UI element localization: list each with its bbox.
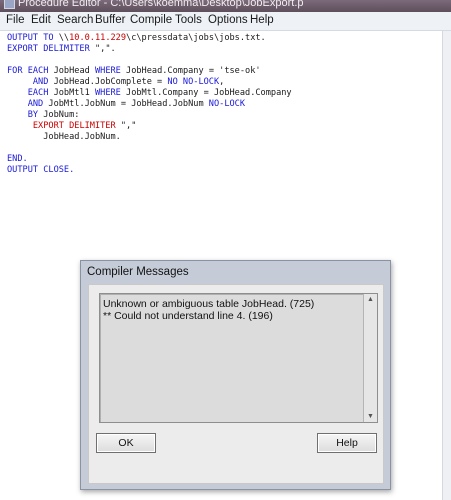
dialog-title: Compiler Messages: [87, 266, 189, 278]
code-token: \\: [58, 33, 70, 43]
menu-buffer[interactable]: Buffer: [95, 14, 125, 26]
code-token: ,: [219, 77, 225, 87]
message-line: Unknown or ambiguous table JobHead. (725…: [103, 298, 315, 310]
message-line: ** Could not understand line 4. (196): [103, 310, 273, 322]
code-token: END.: [7, 154, 28, 164]
code-line: AND JobMtl.JobNum = JobHead.JobNum NO-LO…: [7, 99, 245, 110]
menu-edit[interactable]: Edit: [31, 14, 51, 26]
code-token: WHERE: [94, 66, 127, 76]
code-token: BY: [27, 110, 44, 120]
code-line: EACH JobMtl1 WHERE JobMtl.Company = JobH…: [7, 88, 292, 99]
code-token: WHERE: [94, 88, 127, 98]
compiler-messages-dialog: Compiler Messages Unknown or ambiguous t…: [80, 260, 391, 490]
code-token: EACH: [27, 88, 54, 98]
code-token: AND: [27, 99, 49, 109]
scroll-down-icon[interactable]: ▼: [367, 413, 374, 420]
code-line: EXPORT DELIMITER ",": [7, 121, 137, 132]
menu-search[interactable]: Search: [57, 14, 93, 26]
code-token: OUTPUT CLOSE.: [7, 165, 75, 175]
code-token: EXPORT DELIMITER: [7, 44, 95, 54]
menu-tools[interactable]: Tools: [175, 14, 202, 26]
dialog-body: Unknown or ambiguous table JobHead. (725…: [88, 284, 384, 484]
messages-list[interactable]: Unknown or ambiguous table JobHead. (725…: [99, 293, 378, 423]
code-token: NO-LOCK: [208, 99, 246, 109]
code-line: EXPORT DELIMITER ",".: [7, 44, 116, 55]
code-line: END.: [7, 154, 28, 165]
code-token: OUTPUT TO: [7, 33, 59, 43]
menu-options[interactable]: Options: [208, 14, 248, 26]
code-token: \c\pressdata\jobs\jobs.txt.: [126, 33, 266, 43]
code-line: OUTPUT TO \\10.0.11.229\c\pressdata\jobs…: [7, 33, 266, 44]
code-token: JobHead.Company = 'tse-ok': [126, 66, 261, 76]
menu-help[interactable]: Help: [250, 14, 274, 26]
code-line: FOR EACH JobHead WHERE JobHead.Company =…: [7, 66, 261, 77]
code-line: BY JobNum:: [7, 110, 80, 121]
code-token: FOR EACH: [7, 66, 54, 76]
code-token: 10.0.11.229: [69, 33, 127, 43]
code-token: NO NO-LOCK: [167, 77, 220, 87]
ok-button[interactable]: OK: [96, 433, 156, 453]
window-titlebar[interactable]: Procedure Editor - C:\Users\koemma\Deskt…: [0, 0, 451, 12]
help-button[interactable]: Help: [317, 433, 377, 453]
menu-compile[interactable]: Compile: [130, 14, 172, 26]
code-token: AND: [32, 77, 54, 87]
code-token: JobHead.JobNum.: [7, 132, 121, 142]
editor-scrollbar[interactable]: [442, 31, 451, 500]
menu-bar: File Edit Search Buffer Compile Tools Op…: [0, 12, 451, 31]
code-token: JobMtl.Company = JobHead.Company: [126, 88, 292, 98]
code-token: JobHead: [53, 66, 95, 76]
code-token: JobHead.JobComplete =: [53, 77, 168, 87]
code-token: ",": [120, 121, 137, 131]
scroll-up-icon[interactable]: ▲: [367, 296, 374, 303]
code-token: EXPORT DELIMITER: [32, 121, 121, 131]
code-token: JobMtl1: [53, 88, 95, 98]
messages-scrollbar[interactable]: ▲ ▼: [363, 294, 377, 422]
menu-file[interactable]: File: [6, 14, 25, 26]
code-token: ",".: [94, 44, 116, 54]
window-title: Procedure Editor - C:\Users\koemma\Deskt…: [18, 0, 304, 9]
code-token: JobNum:: [43, 110, 80, 120]
code-token: JobMtl.JobNum = JobHead.JobNum: [48, 99, 209, 109]
app-icon: [4, 0, 15, 9]
code-line: JobHead.JobNum.: [7, 132, 121, 143]
code-line: OUTPUT CLOSE.: [7, 165, 74, 176]
code-line: AND JobHead.JobComplete = NO NO-LOCK,: [7, 77, 224, 88]
